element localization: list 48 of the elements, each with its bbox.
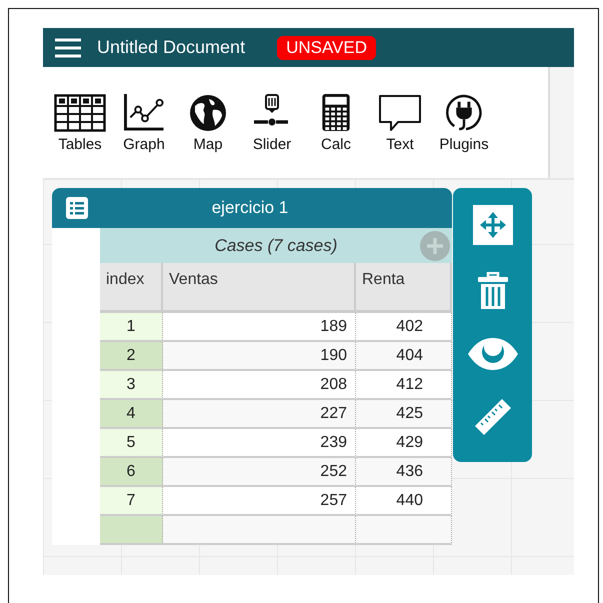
table-cell: 189 (163, 313, 356, 342)
document-title[interactable]: Untitled Document (97, 37, 246, 58)
index-cell: 1 (100, 313, 163, 342)
tool-button[interactable]: Tables (49, 92, 111, 152)
table-cell: 425 (356, 400, 452, 429)
table-cell: 440 (356, 487, 452, 516)
line-graph-icon (122, 92, 166, 132)
calculator-icon (321, 92, 351, 132)
index-cell: 2 (100, 342, 163, 371)
tool-button[interactable]: Plugins (433, 92, 495, 152)
index-cell: 4 (100, 400, 163, 429)
globe-icon (189, 94, 227, 132)
eye-icon[interactable] (466, 337, 518, 371)
column-header[interactable]: Ventas (163, 263, 356, 313)
index-cell: 3 (100, 371, 163, 400)
table-cell: 252 (163, 458, 356, 487)
table-cell: 404 (356, 342, 452, 371)
table-cell: 208 (163, 371, 356, 400)
ruler-icon[interactable] (474, 398, 512, 436)
table-cell: 239 (163, 429, 356, 458)
table-icon (54, 94, 106, 132)
collection-title: Cases (7 cases) (214, 236, 338, 256)
card-title: ejercicio 1 (210, 198, 290, 218)
table-cell: 190 (163, 342, 356, 371)
table-cell: 436 (356, 458, 452, 487)
index-cell: 7 (100, 487, 163, 516)
card-header[interactable]: ejercicio 1 (52, 188, 452, 228)
tool-button[interactable]: Slider (241, 92, 303, 152)
list-icon[interactable] (66, 197, 88, 219)
tool-button[interactable]: Text (369, 92, 431, 152)
table-cell: 402 (356, 313, 452, 342)
move-icon[interactable] (472, 205, 512, 245)
column-header[interactable]: index (100, 263, 163, 313)
plug-icon (444, 92, 484, 132)
table-cell: 412 (356, 371, 452, 400)
trash-icon[interactable] (476, 272, 508, 310)
table-cell: 227 (163, 400, 356, 429)
tool-button[interactable]: Graph (113, 92, 175, 152)
table-cell: 429 (356, 429, 452, 458)
index-cell: 6 (100, 458, 163, 487)
tool-button[interactable]: Calc (305, 92, 367, 152)
column-header[interactable]: Renta (356, 263, 452, 313)
menu-icon[interactable] (55, 38, 81, 58)
index-cell: 5 (100, 429, 163, 458)
speech-bubble-icon (378, 94, 422, 132)
table-cell: 257 (163, 487, 356, 516)
tool-button[interactable]: Map (177, 92, 239, 152)
unsaved-badge: UNSAVED (277, 36, 376, 60)
